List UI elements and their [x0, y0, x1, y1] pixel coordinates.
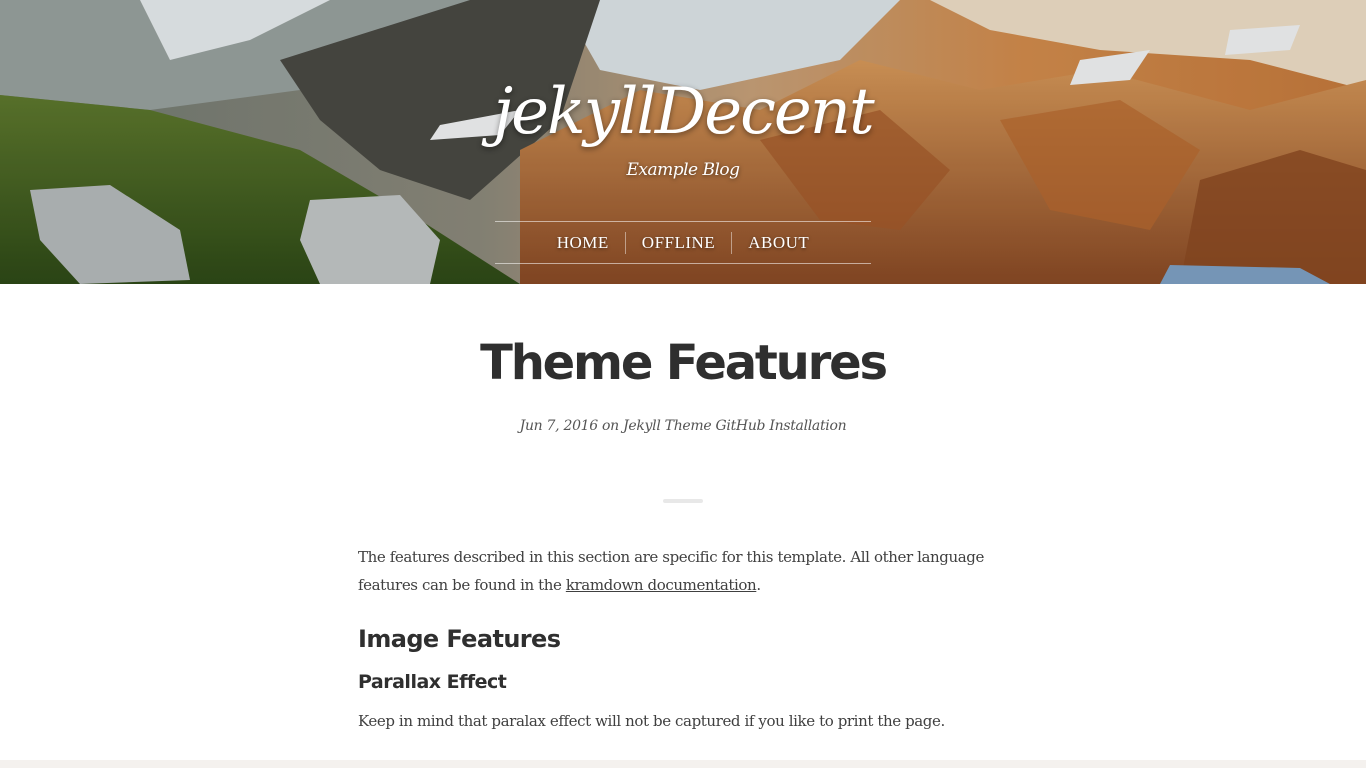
post-intro: The features described in this section a… — [358, 543, 1008, 599]
post-title: Theme Features — [480, 335, 888, 391]
post-meta: Jun 7, 2016 on Jekyll Theme GitHub Insta… — [0, 415, 1366, 437]
post-tag-jekyll[interactable]: Jekyll — [623, 418, 661, 434]
site-tagline: Example Blog — [626, 160, 740, 180]
nav-item-about[interactable]: ABOUT — [732, 222, 825, 263]
post-date: Jun 7, 2016 — [519, 418, 599, 434]
nav-item-offline[interactable]: OFFLINE — [626, 222, 731, 263]
post-tag-github[interactable]: GitHub — [716, 418, 766, 434]
subsection-heading-parallax-effect: Parallax Effect — [358, 671, 507, 693]
main-nav: HOME OFFLINE ABOUT — [495, 221, 871, 264]
intro-text-end: . — [756, 576, 761, 594]
site-title[interactable]: jekyllDecent — [0, 72, 1366, 152]
kramdown-documentation-link[interactable]: kramdown documentation — [566, 576, 757, 594]
section-heading-image-features: Image Features — [358, 625, 561, 653]
parallax-paragraph: Keep in mind that paralax effect will no… — [358, 712, 945, 730]
intro-paragraph: The features described in this section a… — [358, 543, 1008, 599]
footer-strip — [0, 760, 1366, 768]
site-header: jekyllDecent Example Blog HOME OFFLINE A… — [0, 0, 1366, 284]
post-meta-on: on — [602, 418, 619, 434]
post-tag-installation[interactable]: Installation — [769, 418, 846, 434]
post-tag-theme[interactable]: Theme — [665, 418, 712, 434]
nav-item-home[interactable]: HOME — [541, 222, 625, 263]
section-divider — [663, 499, 703, 503]
